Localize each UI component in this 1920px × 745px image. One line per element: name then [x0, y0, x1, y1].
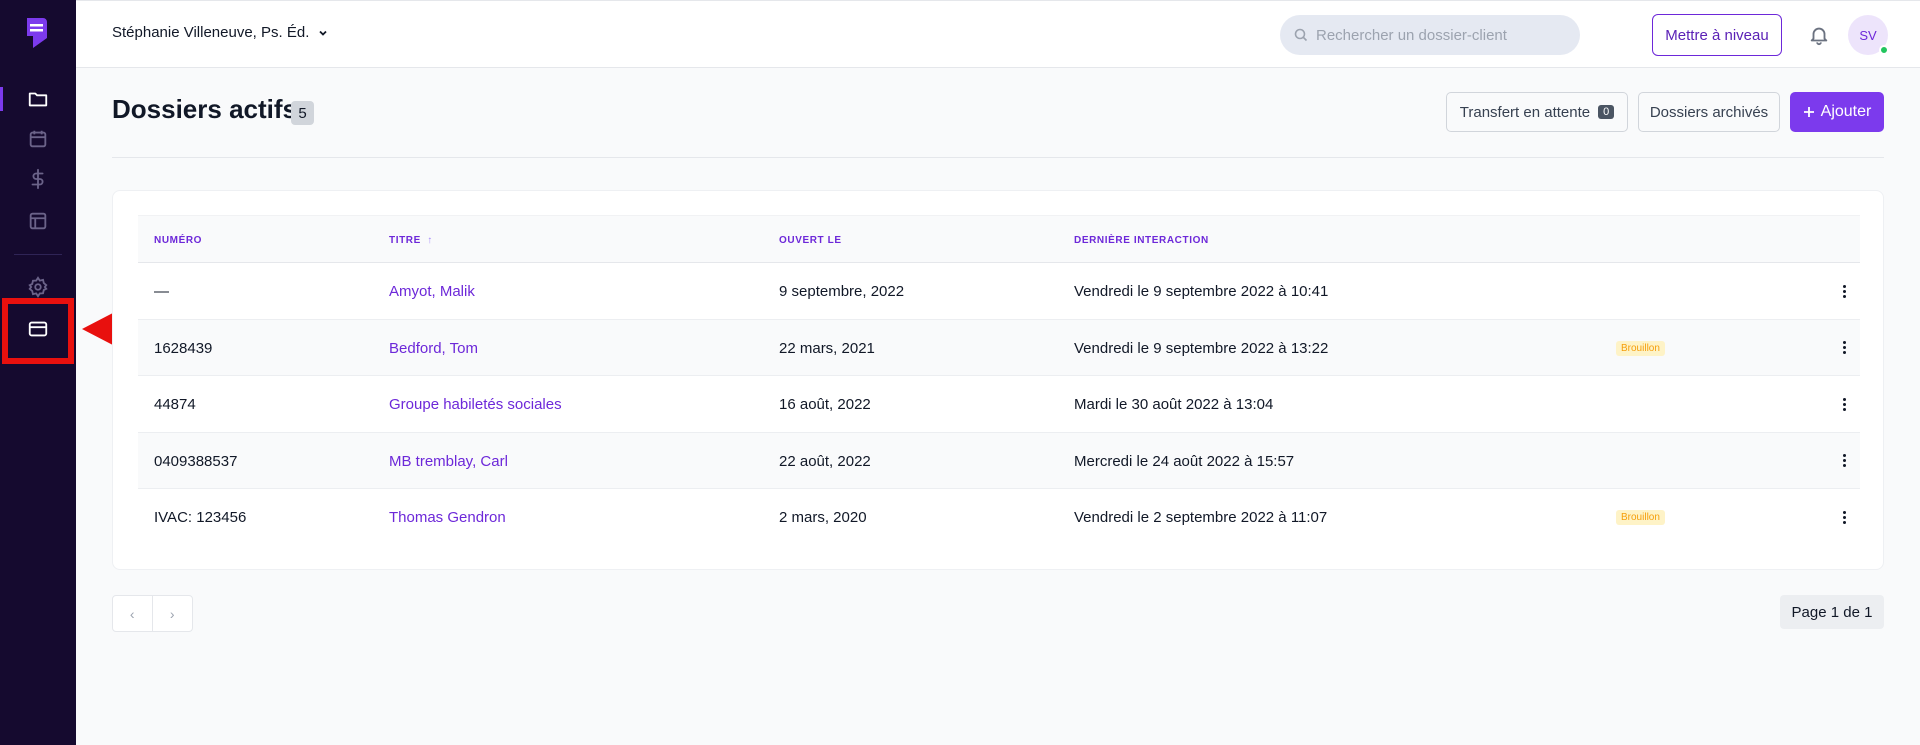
cell-number: IVAC: 123456: [154, 509, 247, 526]
cell-opened: 16 août, 2022: [779, 396, 871, 413]
row-menu-icon[interactable]: [1836, 451, 1852, 471]
col-header-title-label: TITRE: [389, 235, 421, 246]
archived-folders-button[interactable]: Dossiers archivés: [1638, 92, 1780, 132]
col-header-opened[interactable]: OUVERT LE: [779, 235, 842, 246]
cell-title-link[interactable]: Bedford, Tom: [389, 340, 478, 357]
row-menu-icon[interactable]: [1836, 338, 1852, 358]
upgrade-button[interactable]: Mettre à niveau: [1652, 14, 1782, 56]
cell-opened: 9 septembre, 2022: [779, 283, 905, 300]
col-header-title[interactable]: TITRE ↑: [389, 235, 433, 246]
table-row[interactable]: 1628439 Bedford, Tom 22 mars, 2021 Vendr…: [138, 319, 1860, 376]
table-header: NUMÉRO TITRE ↑ OUVERT LE DERNIÈRE INTERA…: [138, 215, 1860, 263]
add-button[interactable]: Ajouter: [1790, 92, 1884, 132]
cell-number: 1628439: [154, 339, 213, 357]
table-row[interactable]: IVAC: 123456 Thomas Gendron 2 mars, 2020…: [138, 489, 1860, 546]
pending-transfer-button[interactable]: Transfert en attente 0: [1446, 92, 1628, 132]
title-divider: [112, 157, 1884, 158]
draft-badge: Brouillon: [1616, 340, 1665, 356]
search-input[interactable]: [1316, 26, 1576, 44]
table-body: — Amyot, Malik 9 septembre, 2022 Vendred…: [138, 263, 1860, 546]
dollar-icon: [31, 168, 44, 190]
account-name: Stéphanie Villeneuve, Ps. Éd.: [112, 24, 310, 41]
table-row[interactable]: 0409388537 MB tremblay, Carl 22 août, 20…: [138, 432, 1860, 489]
online-status-dot: [1879, 45, 1889, 55]
folders-card: NUMÉRO TITRE ↑ OUVERT LE DERNIÈRE INTERA…: [112, 190, 1884, 570]
layout-icon: [29, 212, 47, 230]
cell-number: —: [154, 283, 169, 300]
prev-page-button[interactable]: ‹: [113, 596, 153, 631]
app-logo-icon[interactable]: [24, 16, 52, 50]
calendar-icon: [29, 130, 47, 148]
folders-table: NUMÉRO TITRE ↑ OUVERT LE DERNIÈRE INTERA…: [138, 215, 1860, 546]
cell-number: 0409388537: [154, 452, 238, 470]
cell-last-interaction: Vendredi le 9 septembre 2022 à 10:41: [1074, 283, 1329, 300]
col-header-number[interactable]: NUMÉRO: [154, 235, 202, 246]
gear-icon: [28, 276, 48, 298]
sidebar-item-calendar[interactable]: [23, 124, 53, 154]
add-button-label: Ajouter: [1820, 103, 1872, 120]
row-menu-icon[interactable]: [1836, 394, 1852, 414]
sort-arrow-icon: ↑: [427, 235, 433, 246]
search-bar: [1280, 15, 1580, 55]
draft-badge: Brouillon: [1616, 510, 1665, 525]
pending-transfer-label: Transfert en attente: [1459, 103, 1591, 121]
chevron-down-icon: [319, 30, 327, 36]
cell-opened: 22 août, 2022: [779, 452, 871, 470]
avatar[interactable]: SV: [1848, 15, 1889, 55]
bell-icon[interactable]: [1808, 24, 1830, 46]
search-icon: [1294, 28, 1308, 42]
cell-title-link[interactable]: Thomas Gendron: [389, 509, 506, 526]
sidebar: [0, 0, 76, 745]
cell-last-interaction: Mercredi le 24 août 2022 à 15:57: [1074, 452, 1295, 470]
row-menu-icon[interactable]: [1836, 281, 1852, 301]
page-indicator: Page 1 de 1: [1780, 595, 1884, 629]
folder-icon: [28, 92, 48, 107]
sidebar-item-folders[interactable]: [23, 84, 53, 114]
avatar-initials: SV: [1859, 27, 1877, 43]
cell-last-interaction: Mardi le 30 août 2022 à 13:04: [1074, 396, 1274, 413]
cell-opened: 22 mars, 2021: [779, 339, 875, 357]
page-title: Dossiers actifs: [112, 94, 297, 124]
account-switcher[interactable]: Stéphanie Villeneuve, Ps. Éd.: [112, 24, 329, 41]
pagination-controls: ‹ ›: [112, 595, 193, 632]
cell-title-link[interactable]: MB tremblay, Carl: [389, 453, 508, 470]
sidebar-item-templates[interactable]: [23, 206, 53, 236]
sidebar-divider: [14, 254, 62, 255]
cell-title-link[interactable]: Groupe habiletés sociales: [389, 396, 562, 413]
active-count-badge: 5: [291, 101, 314, 125]
cell-opened: 2 mars, 2020: [779, 509, 867, 526]
annotation-highlight-box: [2, 298, 74, 364]
sidebar-item-billing[interactable]: [23, 164, 53, 194]
table-row[interactable]: 44874 Groupe habiletés sociales 16 août,…: [138, 376, 1860, 433]
row-menu-icon[interactable]: [1836, 507, 1852, 527]
table-row[interactable]: — Amyot, Malik 9 septembre, 2022 Vendred…: [138, 263, 1860, 320]
sidebar-active-indicator: [0, 87, 3, 111]
cell-number: 44874: [154, 396, 196, 413]
cell-title-link[interactable]: Amyot, Malik: [389, 283, 475, 300]
cell-last-interaction: Vendredi le 9 septembre 2022 à 13:22: [1074, 339, 1329, 357]
cell-last-interaction: Vendredi le 2 septembre 2022 à 11:07: [1074, 509, 1328, 526]
top-header: Stéphanie Villeneuve, Ps. Éd. Mettre à n…: [76, 0, 1920, 68]
next-page-button[interactable]: ›: [153, 596, 193, 631]
pending-transfer-count: 0: [1598, 105, 1615, 119]
col-header-last-interaction[interactable]: DERNIÈRE INTERACTION: [1074, 235, 1209, 246]
plus-icon: [1803, 107, 1814, 117]
